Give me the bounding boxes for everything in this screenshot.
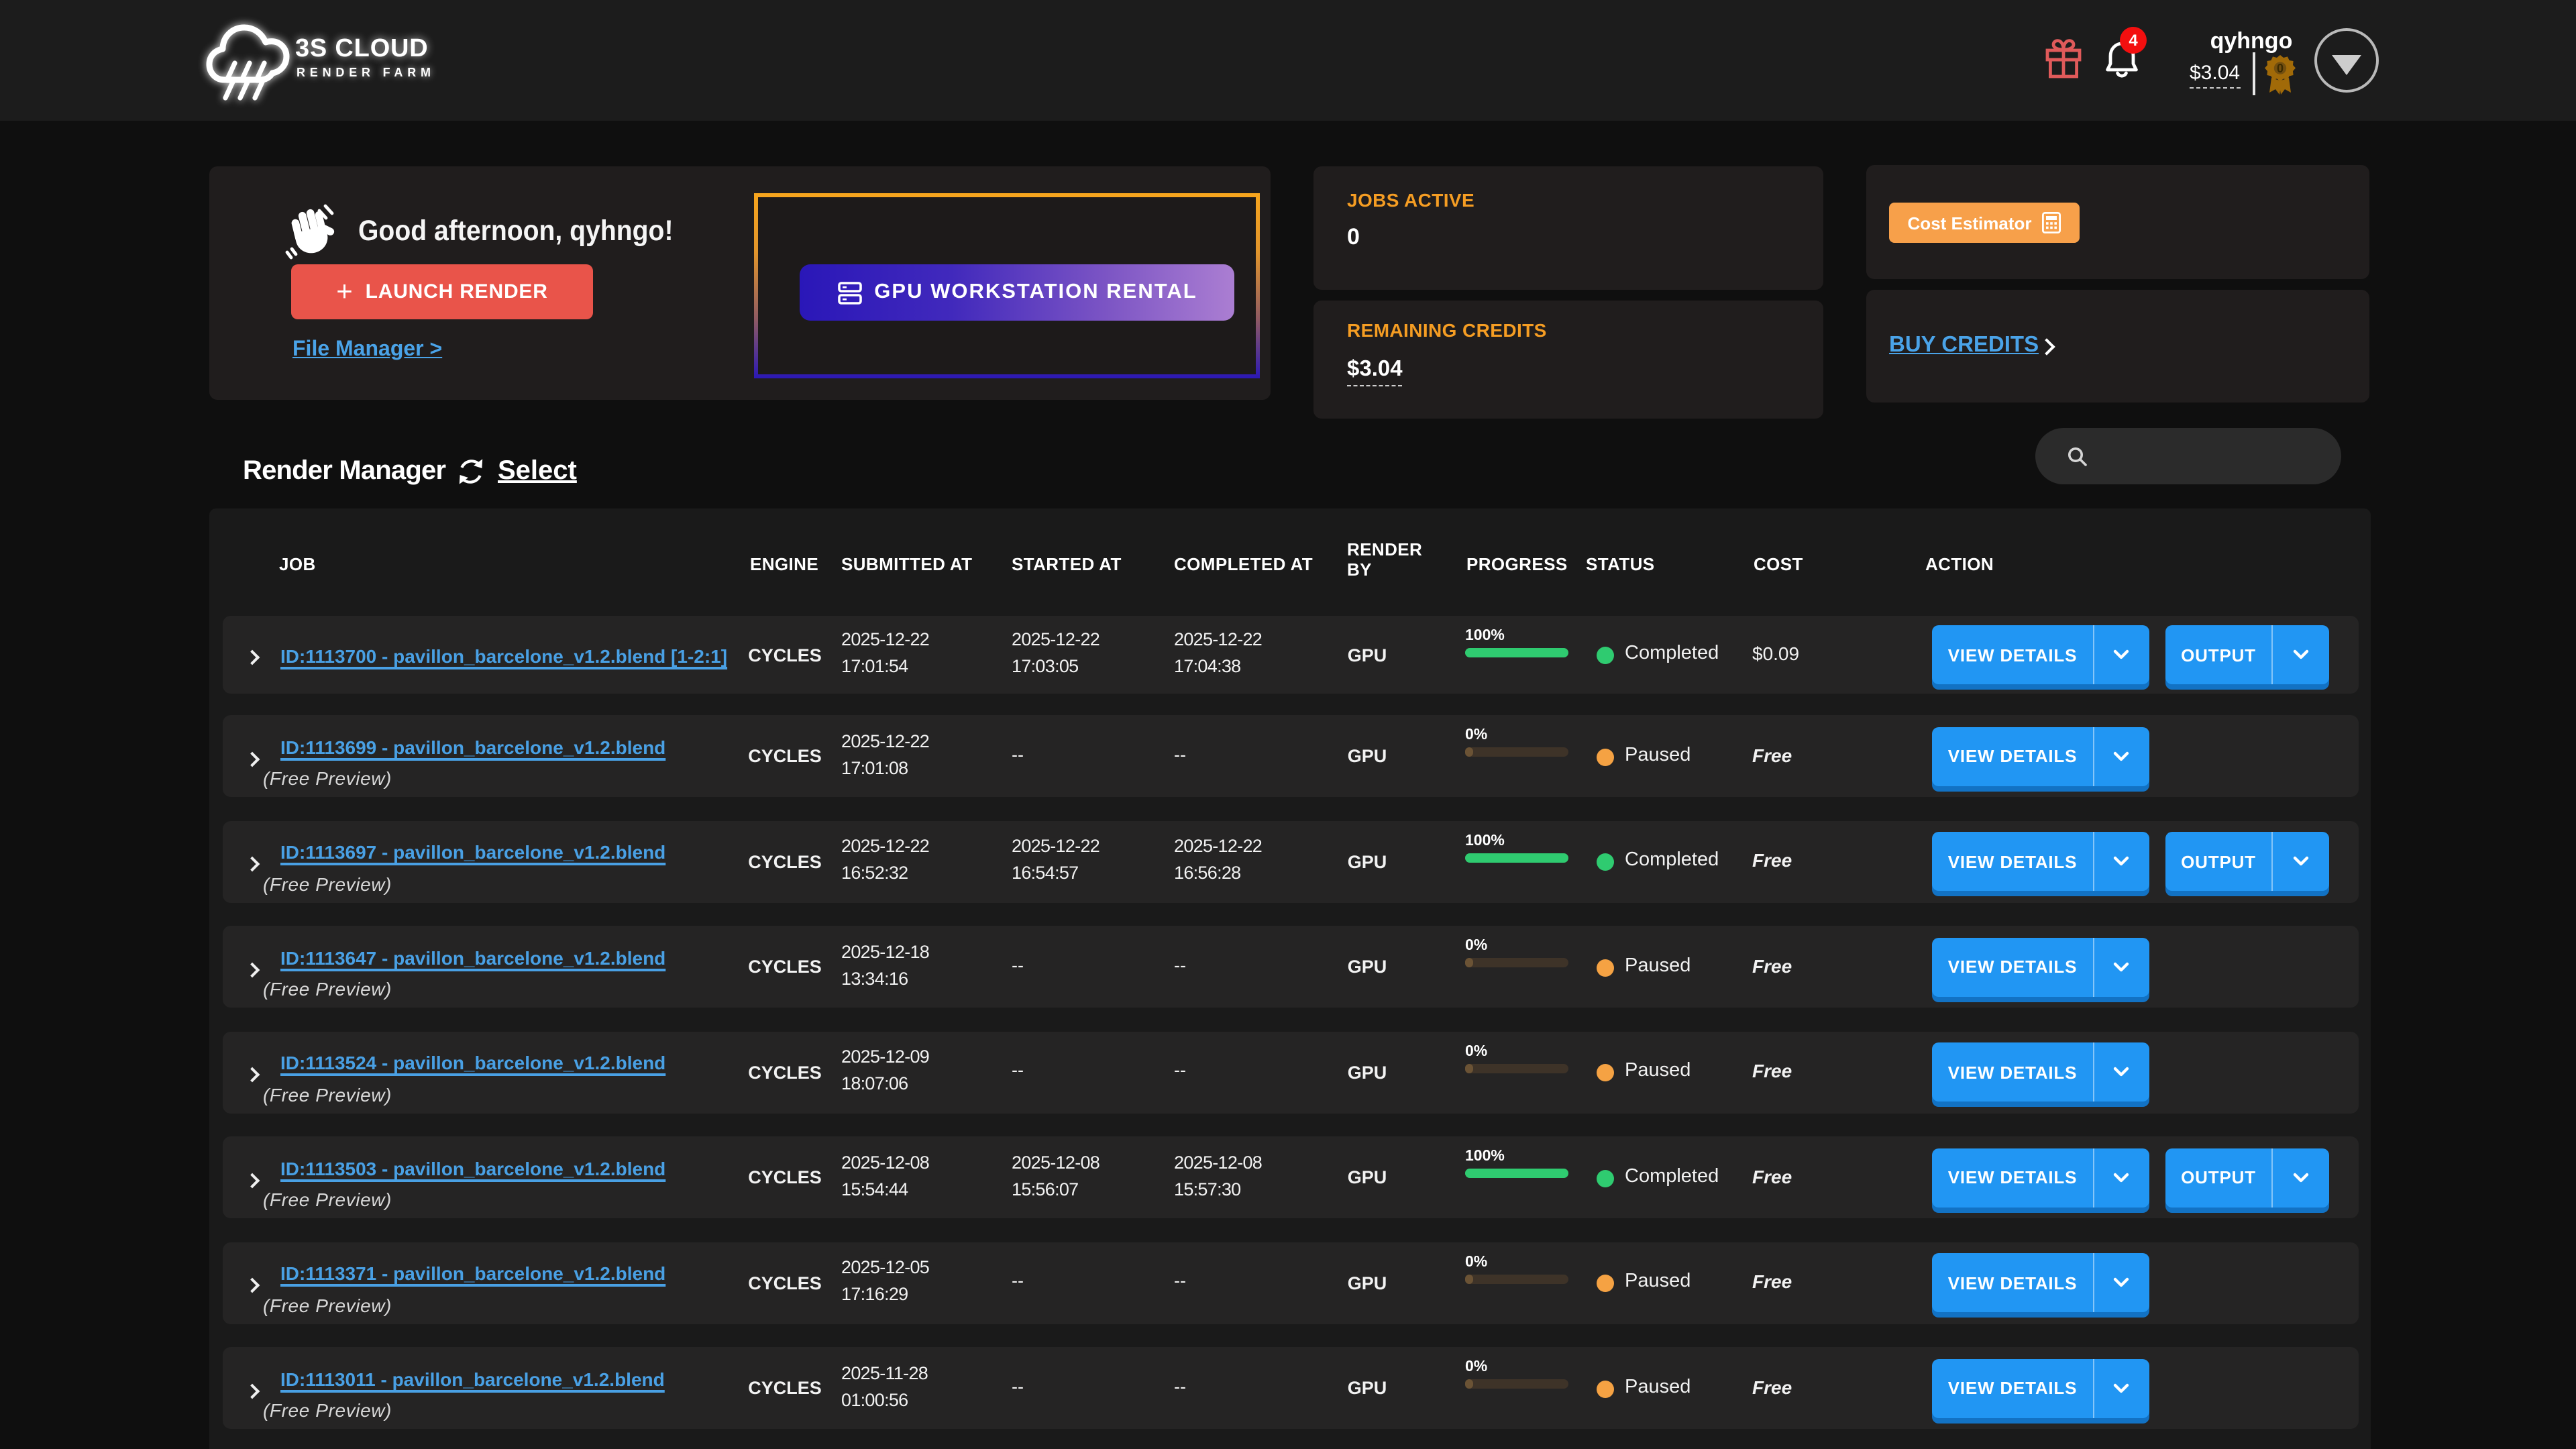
svg-text:0: 0 [2277, 62, 2284, 75]
